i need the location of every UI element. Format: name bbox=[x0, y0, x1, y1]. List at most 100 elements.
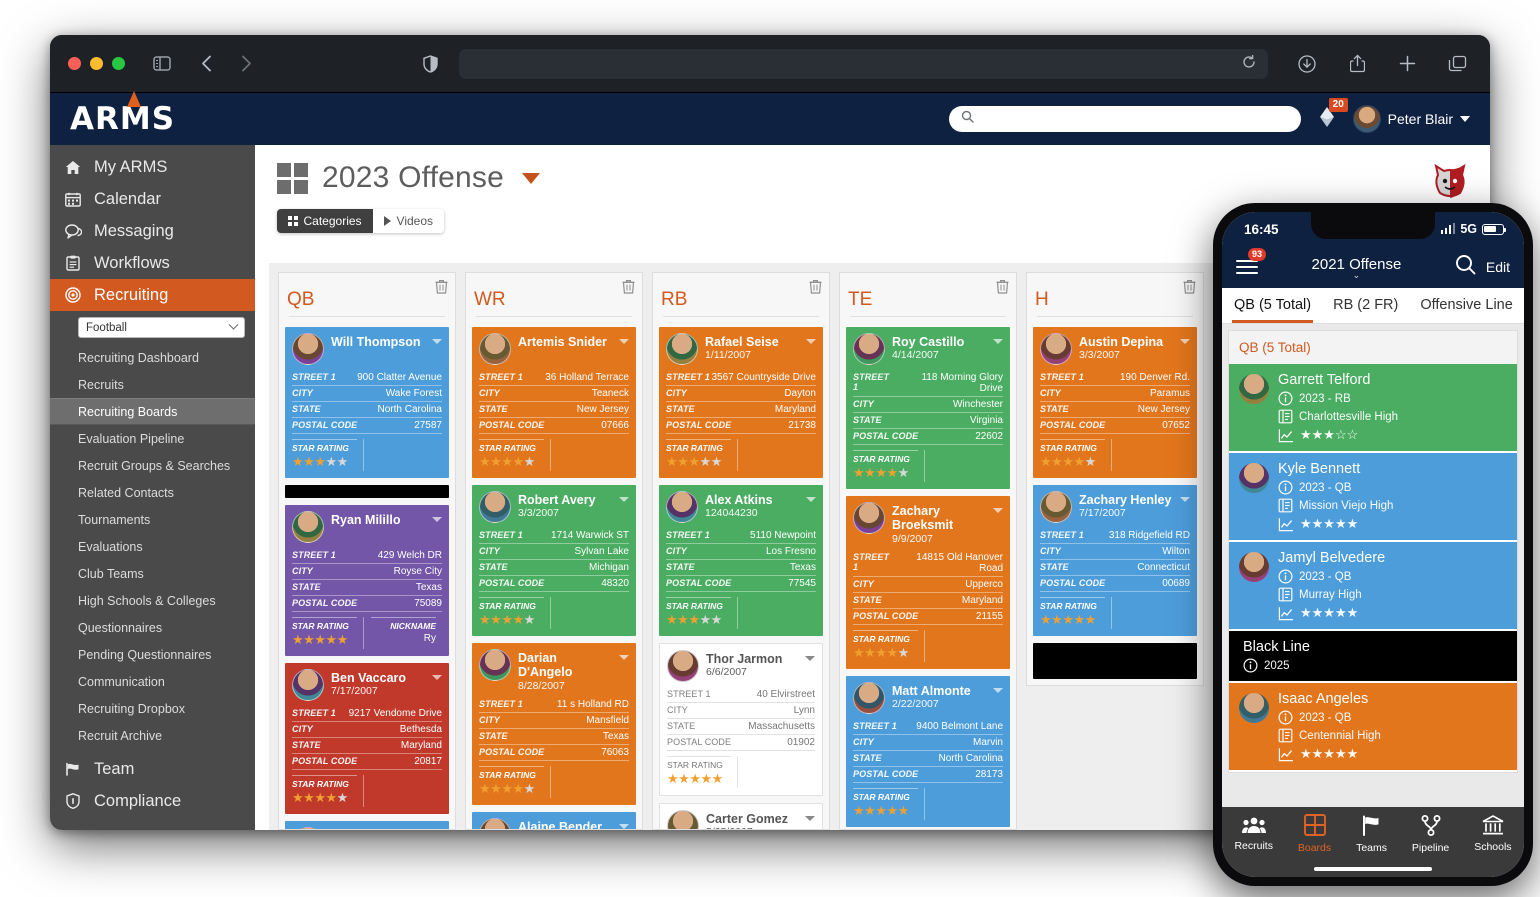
mobile-tabbar-pipeline[interactable]: Pipeline bbox=[1412, 814, 1449, 854]
recruit-card[interactable]: Will Thompson STREET 1 900 Clatter Avenue C… bbox=[285, 327, 449, 478]
column-cards[interactable]: Artemis Snider STREET 1 36 Holland Terrace… bbox=[466, 321, 642, 829]
sport-select[interactable]: Football bbox=[78, 317, 245, 338]
new-tab-icon[interactable] bbox=[1392, 49, 1422, 79]
sidebar-item-recruiting-dashboard[interactable]: Recruiting Dashboard bbox=[50, 344, 255, 371]
sidebar-item-recruiting-boards[interactable]: Recruiting Boards bbox=[50, 398, 255, 425]
tab-overview-icon[interactable] bbox=[1442, 49, 1472, 79]
sidebar-item-pending-questionnaires[interactable]: Pending Questionnaires bbox=[50, 641, 255, 668]
sidebar-item-recruit-archive[interactable]: Recruit Archive bbox=[50, 722, 255, 749]
downloads-icon[interactable] bbox=[1292, 49, 1322, 79]
recruit-card[interactable]: Austin Depina 3/3/2007 STREET 1 190 Denver … bbox=[1033, 327, 1197, 478]
recruit-card[interactable]: Robert Avery 3/3/2007 STREET 1 1714 Warwick… bbox=[472, 485, 636, 636]
chevron-down-icon[interactable] bbox=[432, 517, 442, 522]
recruit-card[interactable]: Carter Gomez5/25/2007STREET 18635 Willow… bbox=[659, 803, 823, 829]
mobile-edit-button[interactable]: Edit bbox=[1486, 259, 1510, 275]
view-toggle[interactable]: Categories Videos bbox=[277, 209, 445, 233]
chevron-down-icon[interactable] bbox=[1180, 339, 1190, 344]
mobile-rows[interactable]: Garrett Telford 2023 - RB Charlottesville … bbox=[1229, 364, 1517, 772]
board-selector-caret-icon[interactable] bbox=[522, 172, 540, 184]
user-menu[interactable]: Peter Blair bbox=[1352, 105, 1470, 133]
chevron-down-icon[interactable] bbox=[1180, 497, 1190, 502]
mobile-recruit-row[interactable]: Isaac Angeles 2023 - QB Centennial High ★★★… bbox=[1229, 683, 1517, 772]
mobile-board-selector[interactable]: 2021 Offense ⌄ bbox=[1268, 256, 1445, 280]
board-column[interactable]: RB Rafael Seise 1/11/2007 STREET 1 3567 Coun… bbox=[652, 272, 830, 830]
sidebar-item-high-schools-colleges[interactable]: High Schools & Colleges bbox=[50, 587, 255, 614]
board-column[interactable]: TE Roy Castillo 4/14/2007 STREET 1 118 Morni… bbox=[839, 272, 1017, 830]
sidebar-toggle-icon[interactable] bbox=[147, 49, 177, 79]
sidebar-item-recruit-groups-searches[interactable]: Recruit Groups & Searches bbox=[50, 452, 255, 479]
chevron-down-icon[interactable] bbox=[993, 339, 1003, 344]
recruit-card[interactable]: Rafael Seise 1/11/2007 STREET 1 3567 Countr… bbox=[659, 327, 823, 478]
search-input[interactable] bbox=[981, 112, 1289, 126]
delete-column-icon[interactable] bbox=[809, 279, 822, 299]
chevron-down-icon[interactable] bbox=[993, 508, 1003, 513]
sidebar-item-recruits[interactable]: Recruits bbox=[50, 371, 255, 398]
recruit-card[interactable]: Alaine Bender6/6/2007STREET 118533 FM 36… bbox=[472, 811, 636, 829]
sidebar-item-communication[interactable]: Communication bbox=[50, 668, 255, 695]
chevron-down-icon[interactable] bbox=[805, 656, 815, 661]
mobile-search-icon[interactable] bbox=[1455, 254, 1476, 280]
sidebar-item-evaluation-pipeline[interactable]: Evaluation Pipeline bbox=[50, 425, 255, 452]
black-line-card[interactable] bbox=[1033, 643, 1197, 679]
delete-column-icon[interactable] bbox=[435, 279, 448, 299]
sidebar-item-calendar[interactable]: Calendar bbox=[50, 183, 255, 215]
chevron-down-icon[interactable] bbox=[806, 339, 816, 344]
recruit-card[interactable]: Matt Almonte 2/22/2007 STREET 1 9400 Belmon… bbox=[846, 675, 1010, 827]
sidebar-item-messaging[interactable]: Messaging bbox=[50, 215, 255, 247]
chevron-down-icon[interactable] bbox=[619, 823, 629, 829]
recruit-card[interactable]: Zachary Henley 7/17/2007 STREET 1 318 Ridge… bbox=[1033, 485, 1197, 636]
board-column[interactable]: QB Will Thompson STREET 1 900 Clatter Avenu… bbox=[278, 272, 456, 830]
recruit-card[interactable]: Alex Atkins 124044230 STREET 1 5110 Newpoin… bbox=[659, 485, 823, 636]
sidebar-item-compliance[interactable]: Compliance bbox=[50, 785, 255, 817]
chevron-down-icon[interactable] bbox=[432, 339, 442, 344]
share-icon[interactable] bbox=[1342, 49, 1372, 79]
delete-column-icon[interactable] bbox=[622, 279, 635, 299]
chevron-down-icon[interactable] bbox=[993, 687, 1003, 693]
chevron-down-icon[interactable] bbox=[619, 655, 629, 660]
column-cards[interactable]: Austin Depina 3/3/2007 STREET 1 190 Denver … bbox=[1027, 321, 1203, 685]
reload-icon[interactable] bbox=[1242, 54, 1256, 72]
chevron-down-icon[interactable] bbox=[432, 675, 442, 680]
close-window-button[interactable] bbox=[68, 57, 81, 70]
board-column[interactable]: H Austin Depina 3/3/2007 STREET 1 190 Denver… bbox=[1026, 272, 1204, 686]
mobile-list[interactable]: QB (5 Total) Garrett Telford 2023 - RB Cha… bbox=[1222, 324, 1524, 807]
tab-videos[interactable]: Videos bbox=[372, 209, 445, 233]
recruit-card[interactable]: Thor Jarmon 6/6/2007 STREET 1 40 Elvirstree… bbox=[659, 643, 823, 796]
maximize-window-button[interactable] bbox=[112, 57, 125, 70]
notifications-button[interactable]: 20 bbox=[1317, 97, 1348, 133]
delete-column-icon[interactable] bbox=[996, 279, 1009, 299]
delete-column-icon[interactable] bbox=[1183, 279, 1196, 299]
menu-icon[interactable]: 93 bbox=[1236, 247, 1267, 278]
column-cards[interactable]: Rafael Seise 1/11/2007 STREET 1 3567 Countr… bbox=[653, 321, 829, 829]
recruit-card[interactable]: Roy Castillo 4/14/2007 STREET 1 118 Morning… bbox=[846, 327, 1010, 489]
mobile-tabbar-recruits[interactable]: Recruits bbox=[1234, 816, 1273, 852]
arms-logo[interactable]: ARMS bbox=[64, 90, 181, 135]
sidebar-item-related-contacts[interactable]: Related Contacts bbox=[50, 479, 255, 506]
mobile-tabs[interactable]: QB (5 Total) RB (2 FR) Offensive Line bbox=[1222, 288, 1524, 324]
sidebar-item-recruiting-dropbox[interactable]: Recruiting Dropbox bbox=[50, 695, 255, 722]
chevron-down-icon[interactable] bbox=[806, 497, 816, 502]
mobile-recruit-row[interactable]: Garrett Telford 2023 - RB Charlottesville … bbox=[1229, 364, 1517, 453]
sidebar-item-team[interactable]: Team bbox=[50, 753, 255, 785]
mobile-tab-2[interactable]: Offensive Line bbox=[1418, 288, 1514, 323]
mobile-recruit-row[interactable]: Jamyl Belvedere 2023 - QB Murray High ★★★★★ bbox=[1229, 542, 1517, 631]
minimize-window-button[interactable] bbox=[90, 57, 103, 70]
shield-icon[interactable] bbox=[415, 49, 445, 79]
window-controls[interactable] bbox=[68, 57, 125, 70]
black-line-card[interactable] bbox=[285, 485, 449, 498]
forward-icon[interactable] bbox=[231, 49, 261, 79]
sidebar-item-evaluations[interactable]: Evaluations bbox=[50, 533, 255, 560]
recruit-card[interactable]: Zachary Broeksmit 9/9/2007 STREET 1 14815 O… bbox=[846, 496, 1010, 669]
board-column[interactable]: WR Artemis Snider STREET 1 36 Holland Terra… bbox=[465, 272, 643, 830]
mobile-tabbar-teams[interactable]: Teams bbox=[1356, 815, 1387, 854]
column-cards[interactable]: Roy Castillo 4/14/2007 STREET 1 118 Morning… bbox=[840, 321, 1016, 829]
recruit-card[interactable]: Darian D'Angelo 8/28/2007 STREET 1 11 s Hol… bbox=[472, 643, 636, 805]
sidebar-item-recruiting[interactable]: Recruiting bbox=[50, 279, 255, 311]
recruit-card[interactable]: Thomas MertzSTREET 112 Turner TerraceCIT… bbox=[285, 821, 449, 829]
sidebar-item-workflows[interactable]: Workflows bbox=[50, 247, 255, 279]
mobile-recruit-row[interactable]: Kyle Bennett 2023 - QB Mission Viejo High ★… bbox=[1229, 453, 1517, 542]
tab-categories[interactable]: Categories bbox=[277, 209, 373, 233]
mobile-tabbar-boards[interactable]: Boards bbox=[1298, 814, 1331, 854]
recruit-card[interactable]: Ryan Milillo STREET 1 429 Welch DR CITY Roys… bbox=[285, 505, 449, 656]
recruit-card[interactable]: Ben Vaccaro 7/17/2007 STREET 1 9217 Vendome… bbox=[285, 663, 449, 814]
